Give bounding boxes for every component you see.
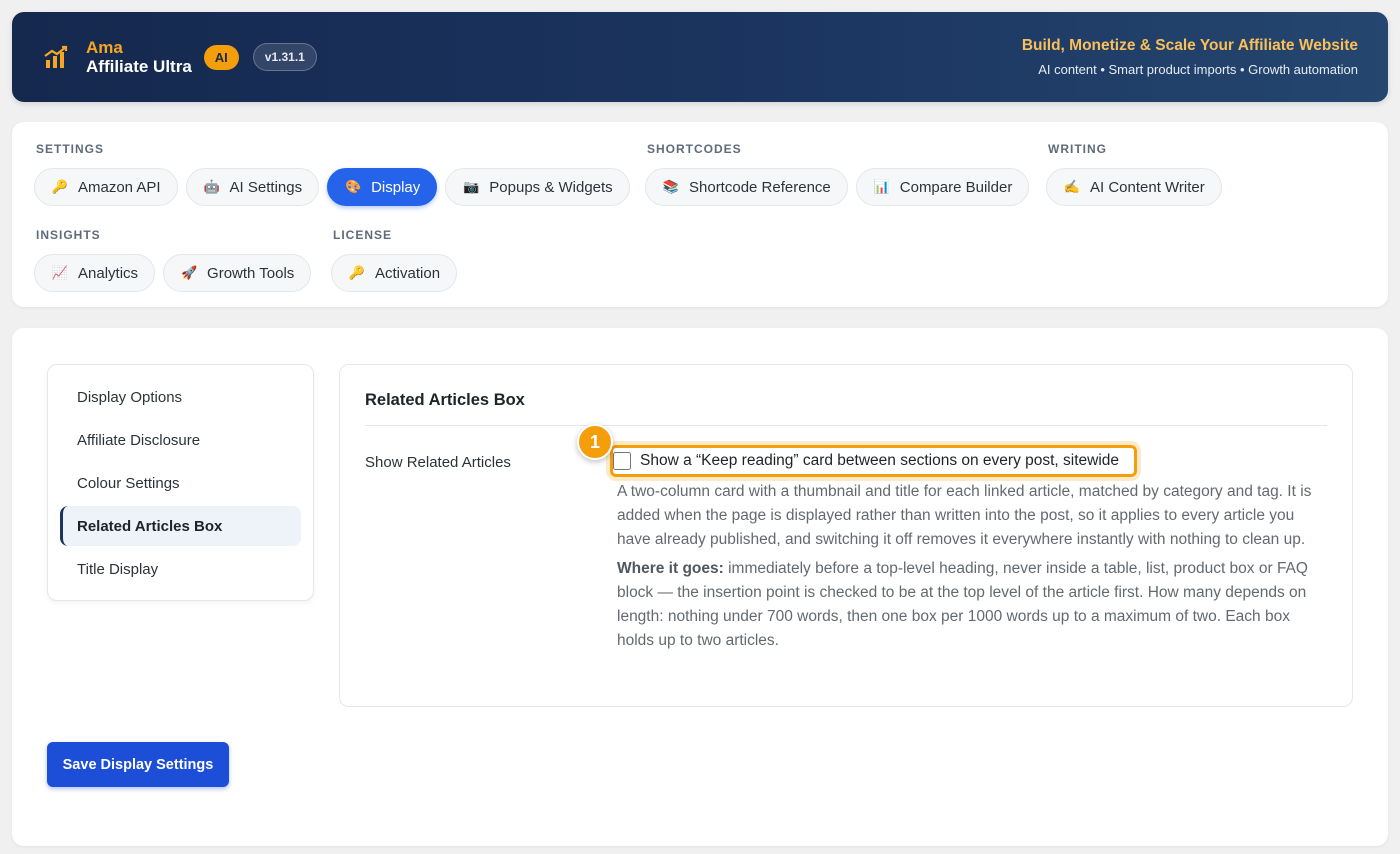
tab-ai-content-writer[interactable]: ✍️ AI Content Writer xyxy=(1046,168,1222,206)
bar-chart-icon: 📊 xyxy=(873,179,890,194)
nav-group-label: INSIGHTS xyxy=(36,228,101,242)
nav-card: SETTINGS 🔑 Amazon API 🤖 AI Settings 🎨 Di… xyxy=(12,122,1388,307)
nav-group-label: SHORTCODES xyxy=(647,142,742,156)
key-icon: 🔑 xyxy=(51,179,69,194)
version-badge: v1.31.1 xyxy=(252,43,317,71)
trending-up-icon: 📈 xyxy=(51,265,69,280)
tab-analytics[interactable]: 📈 Analytics xyxy=(34,254,156,292)
tab-amazon-api[interactable]: 🔑 Amazon API xyxy=(34,168,178,206)
tagline-title: Build, Monetize & Scale Your Affiliate W… xyxy=(1021,37,1358,54)
checkbox-label[interactable]: Show a “Keep reading” card between secti… xyxy=(640,452,1119,470)
tab-label: Activation xyxy=(375,264,441,282)
nav-group-shortcodes: SHORTCODES 📚 Shortcode Reference 📊 Compa… xyxy=(645,142,1037,206)
nav-group-writing: WRITING ✍️ AI Content Writer xyxy=(1046,142,1230,206)
tab-ai-settings[interactable]: 🤖 AI Settings xyxy=(185,168,320,206)
app-header: Ama Affiliate Ultra AI v1.31.1 Build, Mo… xyxy=(12,12,1388,102)
tab-label: Growth Tools xyxy=(207,264,295,282)
tab-label: Compare Builder xyxy=(899,178,1013,196)
subnav-item-display-options[interactable]: Display Options xyxy=(60,377,301,417)
tagline: Build, Monetize & Scale Your Affiliate W… xyxy=(1022,37,1358,77)
nav-group-license: LICENSE 🔑 Activation xyxy=(331,228,465,292)
tab-popups-widgets[interactable]: 📷 Popups & Widgets xyxy=(445,168,630,206)
show-related-articles-option[interactable]: Show a “Keep reading” card between secti… xyxy=(610,445,1138,477)
nav-group-insights: INSIGHTS 📈 Analytics 🚀 Growth Tools xyxy=(34,228,319,292)
save-display-settings-button[interactable]: Save Display Settings xyxy=(47,742,229,787)
brand-top: Ama xyxy=(86,38,123,57)
show-related-articles-checkbox[interactable] xyxy=(613,452,631,470)
tab-label: Popups & Widgets xyxy=(489,178,613,196)
tab-activation[interactable]: 🔑 Activation xyxy=(331,254,458,292)
field-body: Show a “Keep reading” card between secti… xyxy=(610,445,1317,653)
tab-shortcode-reference[interactable]: 📚 Shortcode Reference xyxy=(645,168,848,206)
nav-group-label: WRITING xyxy=(1048,142,1107,156)
tab-label: Display xyxy=(371,178,421,196)
palette-icon: 🎨 xyxy=(345,179,362,194)
nav-group-settings: SETTINGS 🔑 Amazon API 🤖 AI Settings 🎨 Di… xyxy=(34,142,638,206)
description-paragraph: Where it goes: immediately before a top-… xyxy=(617,557,1317,653)
subnav-item-title-display[interactable]: Title Display xyxy=(60,549,301,589)
key-icon: 🔑 xyxy=(348,265,366,280)
nav-group-label: LICENSE xyxy=(333,228,393,242)
step-number-badge: 1 xyxy=(577,424,613,460)
divider xyxy=(365,425,1327,426)
writing-hand-icon: ✍️ xyxy=(1063,179,1081,194)
description-paragraph: A two-column card with a thumbnail and t… xyxy=(617,483,1312,548)
field-description: A two-column card with a thumbnail and t… xyxy=(617,480,1317,653)
tab-label: AI Settings xyxy=(229,178,303,196)
tab-growth-tools[interactable]: 🚀 Growth Tools xyxy=(163,254,312,292)
subnav-item-related-articles-box[interactable]: Related Articles Box xyxy=(60,506,301,546)
field-label: Show Related Articles xyxy=(365,454,511,471)
robot-icon: 🤖 xyxy=(203,179,220,194)
subnav-item-affiliate-disclosure[interactable]: Affiliate Disclosure xyxy=(60,420,301,460)
tagline-sub: AI content • Smart product imports • Gro… xyxy=(1038,62,1358,77)
panel-title: Related Articles Box xyxy=(365,391,525,409)
books-icon: 📚 xyxy=(662,179,680,194)
subnav-item-colour-settings[interactable]: Colour Settings xyxy=(60,463,301,503)
chart-logo-icon xyxy=(44,43,72,71)
brand-bottom: Affiliate Ultra xyxy=(86,57,192,76)
description-bold: Where it goes: xyxy=(617,560,724,577)
tab-label: Amazon API xyxy=(78,178,161,196)
tab-label: Shortcode Reference xyxy=(689,178,831,196)
display-subnav: Display Options Affiliate Disclosure Col… xyxy=(47,364,314,601)
tab-display[interactable]: 🎨 Display xyxy=(327,168,438,206)
tab-label: AI Content Writer xyxy=(1090,178,1205,196)
nav-group-label: SETTINGS xyxy=(36,142,105,156)
related-articles-panel: Related Articles Box Show Related Articl… xyxy=(339,364,1353,707)
brand: Ama Affiliate Ultra AI v1.31.1 xyxy=(44,38,317,76)
tab-label: Analytics xyxy=(78,264,139,282)
ai-badge: AI xyxy=(203,44,239,70)
brand-name: Ama Affiliate Ultra xyxy=(86,38,192,76)
main-card: Display Options Affiliate Disclosure Col… xyxy=(12,328,1388,846)
tab-compare-builder[interactable]: 📊 Compare Builder xyxy=(855,168,1030,206)
camera-icon: 📷 xyxy=(463,179,480,194)
rocket-icon: 🚀 xyxy=(180,265,198,280)
